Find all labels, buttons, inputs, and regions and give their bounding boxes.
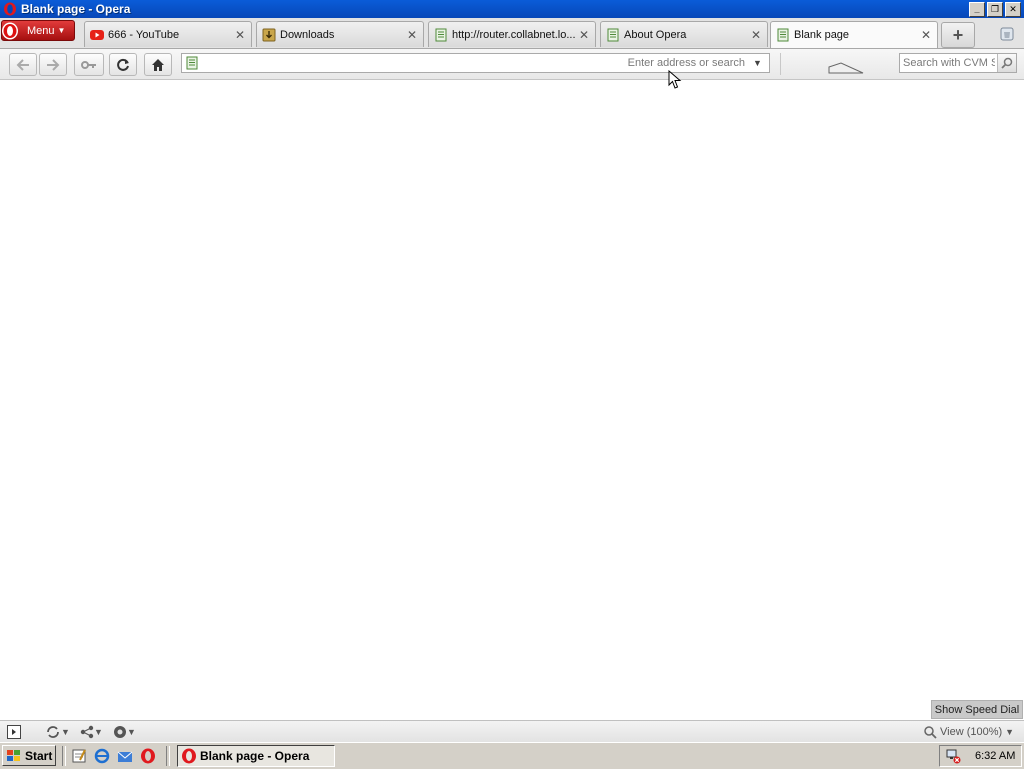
panel-icon [7, 725, 21, 739]
tab-youtube[interactable]: 666 - YouTube ✕ [84, 21, 252, 47]
panel-toggle-button[interactable] [7, 724, 21, 740]
home-icon [152, 58, 164, 71]
unite-button[interactable]: ▼ [80, 724, 103, 740]
taskbar-separator [166, 746, 170, 766]
history-dropdown-icon[interactable]: ▼ [753, 58, 765, 68]
menu-label: Menu [27, 24, 55, 37]
turbo-icon [114, 726, 126, 738]
sync-button[interactable]: ▼ [45, 724, 70, 740]
page-icon [435, 28, 447, 41]
chevron-down-icon: ▼ [57, 26, 66, 35]
share-icon [80, 725, 94, 739]
show-speed-dial-button[interactable]: Show Speed Dial [931, 700, 1023, 719]
search-input[interactable] [900, 56, 997, 70]
turbo-button[interactable]: ▼ [113, 724, 136, 740]
search-bar[interactable] [899, 53, 1017, 73]
close-tab-icon[interactable]: ✕ [578, 28, 590, 42]
opera-menu-button[interactable]: Menu ▼ [1, 20, 75, 41]
search-button[interactable] [997, 54, 1016, 72]
outlook-express-icon [117, 751, 133, 762]
opera-logo-icon [2, 22, 18, 39]
close-tab-icon[interactable]: ✕ [920, 28, 932, 42]
zoom-control[interactable]: View (100%) ▼ [924, 724, 1014, 740]
tab-label: About Opera [624, 28, 687, 41]
navigation-toolbar: ▼ [0, 49, 1024, 80]
close-tab-icon[interactable]: ✕ [406, 28, 418, 42]
closed-tabs-button[interactable] [997, 24, 1017, 44]
reload-button[interactable] [109, 53, 137, 76]
new-tab-button[interactable]: + [941, 22, 975, 48]
key-icon [81, 60, 96, 69]
quicklaunch-opera[interactable] [139, 747, 157, 765]
opera-logo-icon [4, 2, 16, 16]
back-button[interactable] [9, 53, 37, 76]
clock[interactable]: 6:32 AM [975, 750, 1015, 762]
downloads-icon [262, 28, 276, 41]
tab-label: Downloads [280, 28, 335, 41]
notepad-icon [72, 749, 86, 763]
forward-button[interactable] [39, 53, 67, 76]
close-window-button[interactable]: ✕ [1005, 1, 1021, 17]
close-tab-icon[interactable]: ✕ [750, 28, 762, 42]
address-input[interactable] [198, 56, 753, 70]
internet-explorer-icon [94, 748, 110, 764]
start-label: Start [25, 748, 53, 763]
page-icon [607, 28, 619, 41]
sync-icon [47, 726, 59, 738]
tab-router[interactable]: http://router.collabnet.lo... ✕ [428, 21, 596, 47]
network-icon[interactable] [945, 748, 961, 764]
tab-label: Blank page [794, 29, 850, 41]
tab-label: 666 - YouTube [108, 28, 180, 41]
quicklaunch-ie[interactable] [93, 747, 111, 765]
page-icon [186, 56, 198, 70]
tab-about-opera[interactable]: About Opera ✕ [600, 21, 768, 47]
taskbar-button-opera[interactable]: Blank page - Opera [177, 745, 335, 767]
tab-strip: Menu ▼ 666 - YouTube ✕ Downloads ✕ http:… [0, 18, 1024, 49]
quicklaunch-outlook[interactable] [116, 747, 134, 765]
forward-arrow-icon [47, 58, 60, 71]
taskbar-separator [62, 746, 66, 766]
taskbar-button-label: Blank page - Opera [200, 749, 310, 763]
bookmark-area[interactable] [780, 53, 899, 75]
back-arrow-icon [16, 58, 29, 71]
chevron-down-icon: ▼ [1005, 727, 1015, 737]
wand-button[interactable] [74, 53, 104, 76]
reload-icon [117, 58, 129, 71]
tab-blank-page[interactable]: Blank page ✕ [770, 21, 938, 48]
speed-dial-label: Show Speed Dial [934, 703, 1020, 716]
system-tray: 6:32 AM [939, 745, 1022, 767]
close-tab-icon[interactable]: ✕ [234, 28, 246, 42]
page-content[interactable] [0, 80, 1024, 720]
mouse-cursor-icon [668, 70, 682, 89]
restore-button[interactable]: ❐ [987, 1, 1003, 17]
opera-logo-icon [182, 748, 196, 764]
windows-logo-icon [7, 749, 20, 761]
minimize-button[interactable]: _ [969, 1, 985, 17]
youtube-icon [90, 29, 104, 40]
opera-logo-icon [141, 748, 155, 764]
taskbar: Start Blank page - Opera 6:32 AM [0, 742, 1024, 769]
zoom-icon [924, 725, 937, 739]
bookmark-shape-icon [828, 62, 864, 74]
window-title: Blank page - Opera [21, 2, 131, 16]
home-button[interactable] [144, 53, 172, 76]
start-button[interactable]: Start [2, 745, 56, 766]
status-bar: ▼ ▼ ▼ View (100%) ▼ [0, 720, 1024, 743]
quicklaunch-notepad[interactable] [70, 747, 88, 765]
page-icon [777, 28, 789, 42]
tab-downloads[interactable]: Downloads ✕ [256, 21, 424, 47]
plus-icon: + [952, 24, 964, 45]
trash-icon [1000, 27, 1014, 41]
search-icon [1001, 57, 1013, 69]
zoom-label: View (100%) [940, 726, 1003, 738]
title-bar[interactable]: Blank page - Opera _ ❐ ✕ [0, 0, 1024, 18]
tab-label: http://router.collabnet.lo... [452, 28, 576, 41]
